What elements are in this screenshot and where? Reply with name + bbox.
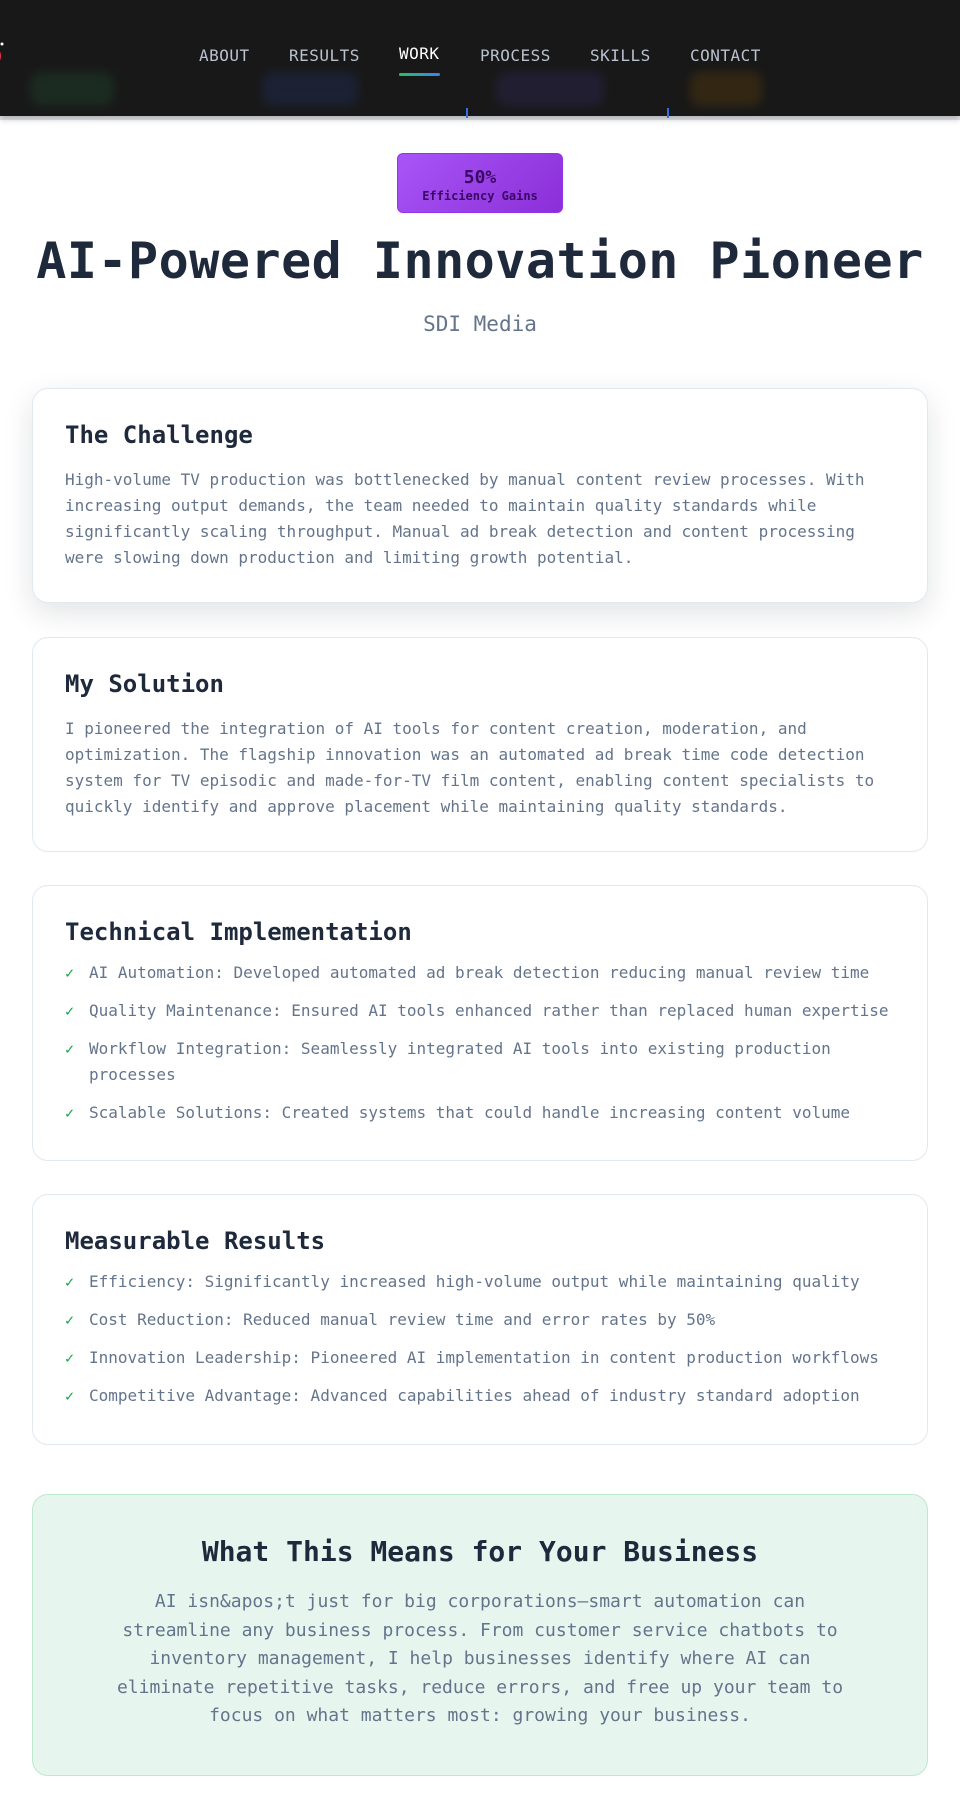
- nav-link-work-label: WORK: [399, 44, 440, 63]
- list-item: ✓ Quality Maintenance: Ensured AI tools e…: [65, 998, 895, 1024]
- badge-value: 50%: [463, 167, 497, 188]
- nav-divider: [0, 116, 960, 120]
- list-item-text: Quality Maintenance: Ensured AI tools en…: [89, 1001, 889, 1020]
- nav-link-contact[interactable]: CONTACT: [690, 46, 761, 65]
- nav-ghost-blur: [496, 72, 604, 106]
- check-icon: ✓: [65, 1104, 75, 1122]
- list-item: ✓ Cost Reduction: Reduced manual review t…: [65, 1307, 895, 1333]
- check-icon: ✓: [65, 1311, 75, 1329]
- list-item-text: Competitive Advantage: Advanced capabili…: [89, 1386, 860, 1405]
- callout-title: What This Means for Your Business: [201, 1535, 759, 1568]
- page-title: AI-Powered Innovation Pioneer: [36, 232, 924, 290]
- nav-link-results[interactable]: RESULTS: [289, 46, 360, 65]
- nav-links: ABOUT RESULTS WORK PROCESS SKILLS CONTAC…: [0, 44, 960, 76]
- list-item-text: Cost Reduction: Reduced manual review ti…: [89, 1310, 716, 1329]
- check-icon: ✓: [65, 1349, 75, 1367]
- top-navigation-bar: ABOUT RESULTS WORK PROCESS SKILLS CONTAC…: [0, 0, 960, 116]
- list-item-text: Workflow Integration: Seamlessly integra…: [89, 1039, 831, 1084]
- nav-ghost-blur: [30, 72, 114, 106]
- nav-ghost-blur: [690, 72, 762, 106]
- check-icon: ✓: [65, 964, 75, 982]
- solution-title: My Solution: [65, 670, 224, 698]
- results-title: Measurable Results: [65, 1227, 326, 1255]
- list-item: ✓ Workflow Integration: Seamlessly integr…: [65, 1036, 895, 1088]
- solution-text: I pioneered the integration of AI tools …: [65, 719, 875, 816]
- list-item-text: Innovation Leadership: Pioneered AI impl…: [89, 1348, 879, 1367]
- list-item-text: Scalable Solutions: Created systems that…: [89, 1103, 850, 1122]
- section-marker: [466, 108, 468, 118]
- callout-text: AI isn&apos;t just for big corporations—…: [116, 1591, 844, 1727]
- list-item: ✓ Scalable Solutions: Created systems tha…: [65, 1100, 895, 1126]
- section-marker: [667, 108, 669, 118]
- list-item: ✓ Competitive Advantage: Advanced capabil…: [65, 1383, 895, 1409]
- list-item: ✓ Efficiency: Significantly increased hig…: [65, 1269, 895, 1295]
- nav-ghost-blur: [262, 72, 358, 106]
- technical-card: Technical Implementation ✓ AI Automation:…: [32, 885, 928, 1161]
- challenge-text: High-volume TV production was bottleneck…: [65, 470, 865, 567]
- nav-link-process[interactable]: PROCESS: [480, 46, 551, 65]
- technical-title: Technical Implementation: [65, 918, 412, 946]
- technical-list: ✓ AI Automation: Developed automated ad b…: [65, 960, 895, 1126]
- check-icon: ✓: [65, 1387, 75, 1405]
- list-item-text: AI Automation: Developed automated ad br…: [89, 963, 870, 982]
- nav-link-about[interactable]: ABOUT: [199, 46, 250, 65]
- list-item: ✓ AI Automation: Developed automated ad b…: [65, 960, 895, 986]
- list-item: ✓ Innovation Leadership: Pioneered AI imp…: [65, 1345, 895, 1371]
- challenge-card: The Challenge High-volume TV production …: [32, 388, 928, 603]
- badge-label: Efficiency Gains: [422, 189, 538, 203]
- nav-link-work[interactable]: WORK: [399, 44, 440, 76]
- challenge-title: The Challenge: [65, 421, 253, 449]
- company-name: SDI Media: [423, 312, 537, 336]
- results-card: Measurable Results ✓ Efficiency: Signific…: [32, 1194, 928, 1445]
- list-item-text: Efficiency: Significantly increased high…: [89, 1272, 860, 1291]
- results-list: ✓ Efficiency: Significantly increased hig…: [65, 1269, 895, 1409]
- check-icon: ✓: [65, 1040, 75, 1058]
- business-callout: What This Means for Your Business AI isn…: [32, 1494, 928, 1776]
- active-nav-underline: [399, 73, 440, 76]
- solution-card: My Solution I pioneered the integration …: [32, 637, 928, 852]
- efficiency-badge: 50% Efficiency Gains: [397, 153, 563, 213]
- nav-link-skills[interactable]: SKILLS: [590, 46, 651, 65]
- check-icon: ✓: [65, 1273, 75, 1291]
- check-icon: ✓: [65, 1002, 75, 1020]
